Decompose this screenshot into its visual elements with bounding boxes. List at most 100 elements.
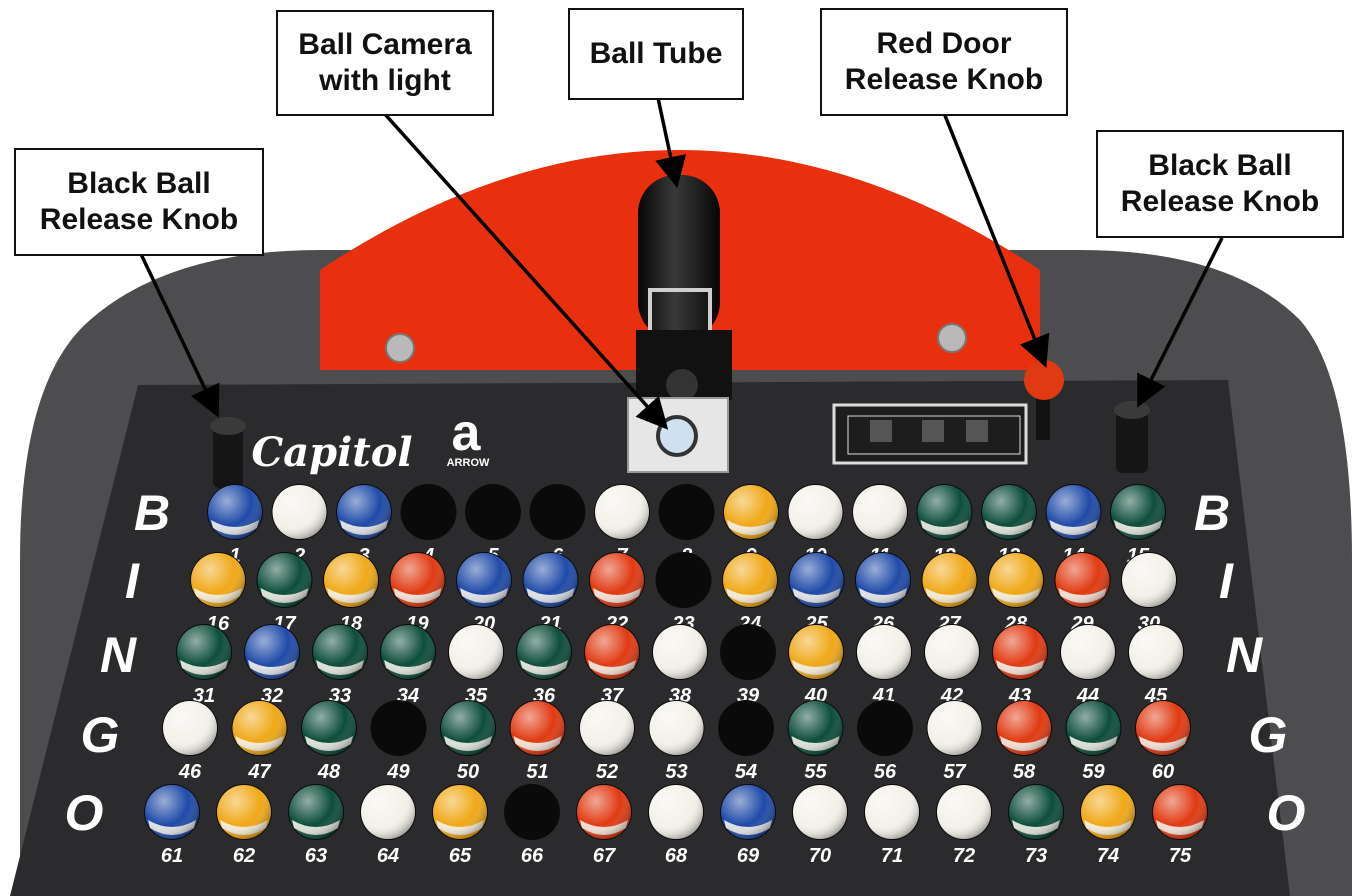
ball-shading [649, 701, 704, 755]
ball-number-label: 75 [1169, 845, 1192, 867]
ball-number-label: 49 [386, 761, 410, 783]
ball-tube [636, 175, 732, 401]
ball-number-label: 63 [305, 845, 327, 867]
callout-ball-tube: Ball Tube [568, 8, 744, 100]
ball-shading [989, 553, 1043, 607]
ball-number-label: 58 [1013, 761, 1036, 783]
ball-shading [191, 553, 245, 607]
ball-number-label: 70 [809, 845, 831, 867]
bingo-letter-o: O [65, 785, 104, 841]
ball-number-label: 62 [233, 845, 255, 867]
arrow-logo-text: ARROW [447, 457, 490, 469]
ball-shading [982, 485, 1036, 539]
ball-shading [721, 785, 775, 839]
ball-shading [1136, 701, 1190, 755]
callout-black-ball-left: Black Ball Release Knob [14, 148, 264, 256]
ball-shading [793, 785, 847, 839]
arrow-logo-letter: a [452, 404, 482, 462]
ball-shading [653, 625, 707, 679]
ball-shading [927, 701, 982, 755]
ball-number-label: 68 [665, 845, 688, 867]
ball-shading [510, 701, 565, 755]
ball-shading [217, 785, 271, 839]
bingo-letter-o: O [1267, 785, 1306, 841]
ball-shading [1061, 625, 1115, 679]
ball-number-label: 67 [593, 845, 616, 867]
ball-shading [857, 625, 911, 679]
ball-shading [1055, 553, 1110, 607]
ball-shading [381, 625, 435, 679]
bingo-letter-b: B [134, 485, 170, 541]
ball-shading [853, 485, 907, 539]
ball-shading [789, 553, 844, 607]
callout-black-ball-right: Black Ball Release Knob [1096, 130, 1344, 238]
ball-shading [789, 625, 843, 679]
ball-shading [724, 485, 778, 539]
ball-shading [523, 553, 578, 607]
ball-number-label: 66 [521, 845, 544, 867]
ball-number-label: 52 [596, 761, 618, 783]
ball-shading [302, 701, 356, 755]
ball-shading [337, 485, 391, 539]
ball-shading [177, 625, 231, 679]
bingo-letter-n: N [100, 627, 137, 683]
ball-number-label: 59 [1082, 761, 1105, 783]
black-ball-knob-left [210, 417, 246, 488]
ball-shading [457, 553, 511, 607]
ball-hole [655, 552, 712, 608]
ball-hole [504, 784, 560, 840]
ball-shading [324, 553, 378, 607]
ball-hole [529, 484, 586, 540]
ball-shading [289, 785, 343, 839]
ball-shading [1122, 553, 1176, 607]
ball-shading [1009, 785, 1063, 839]
ball-number-label: 64 [377, 845, 399, 867]
ball-shading [361, 785, 415, 839]
ball-shading [517, 625, 571, 679]
ball-shading [1046, 485, 1101, 539]
ball-camera [627, 397, 729, 473]
ball-number-label: 61 [161, 845, 183, 867]
ball-hole [400, 484, 457, 540]
ball-hole [658, 484, 715, 540]
ball-number-label: 51 [526, 761, 548, 783]
ball-number-label: 60 [1152, 761, 1174, 783]
ball-shading [272, 485, 327, 539]
ball-shading [145, 785, 199, 839]
ball-number-label: 57 [943, 761, 966, 783]
ball-shading [856, 553, 910, 607]
ball-shading [232, 701, 287, 755]
bingo-letter-i: I [1219, 553, 1234, 609]
ball-shading [390, 553, 445, 607]
ball-shading [1111, 485, 1165, 539]
ball-shading [922, 553, 977, 607]
ball-shading [577, 785, 631, 839]
ball-number-label: 46 [178, 761, 202, 783]
capitol-logo: Capitol [251, 429, 412, 476]
bingo-letter-g: G [81, 707, 120, 763]
ball-number-label: 50 [457, 761, 479, 783]
ball-number-label: 48 [317, 761, 341, 783]
ball-shading [1081, 785, 1135, 839]
ball-shading [163, 701, 217, 755]
panel-screw-left [385, 333, 415, 363]
ball-shading [649, 785, 703, 839]
callout-red-door: Red Door Release Knob [820, 8, 1068, 116]
callout-ball-camera: Ball Camera with light [276, 10, 494, 116]
ball-shading [788, 701, 843, 755]
bingo-letter-b: B [1194, 485, 1230, 541]
ball-shading [925, 625, 979, 679]
ball-shading [595, 485, 649, 539]
ball-shading [208, 485, 262, 539]
ball-hole [718, 700, 774, 756]
ball-shading [441, 701, 495, 755]
ball-shading [1153, 785, 1207, 839]
ball-number-label: 69 [737, 845, 760, 867]
ball-shading [245, 625, 299, 679]
bingo-letter-g: G [1249, 707, 1288, 763]
ball-number-label: 73 [1025, 845, 1047, 867]
ball-shading [997, 701, 1051, 755]
ball-hole [465, 484, 521, 540]
ball-shading [585, 625, 639, 679]
ball-shading [257, 553, 312, 607]
